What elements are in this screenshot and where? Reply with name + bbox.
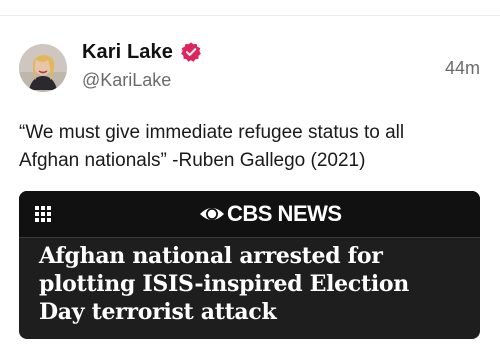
author-display-name[interactable]: Kari Lake: [82, 41, 173, 64]
link-card[interactable]: CBS NEWS Afghan national arrested for pl…: [19, 191, 480, 339]
avatar-image: [19, 44, 67, 92]
post-timestamp[interactable]: 44m: [445, 58, 480, 79]
post-text: “We must give immediate refugee status t…: [19, 122, 405, 171]
link-card-source: CBS NEWS: [227, 201, 342, 226]
verified-badge-icon: [181, 42, 201, 62]
link-card-headline[interactable]: Afghan national arrested for plotting IS…: [39, 242, 464, 326]
grid-menu-icon[interactable]: [35, 206, 51, 222]
author-handle[interactable]: @KariLake: [82, 70, 171, 91]
cbs-eye-icon: [200, 208, 224, 220]
author-row[interactable]: Kari Lake: [82, 40, 202, 64]
link-card-divider: [19, 237, 480, 238]
cbs-news-logo: CBS NEWS: [199, 200, 342, 228]
avatar[interactable]: [19, 44, 67, 92]
